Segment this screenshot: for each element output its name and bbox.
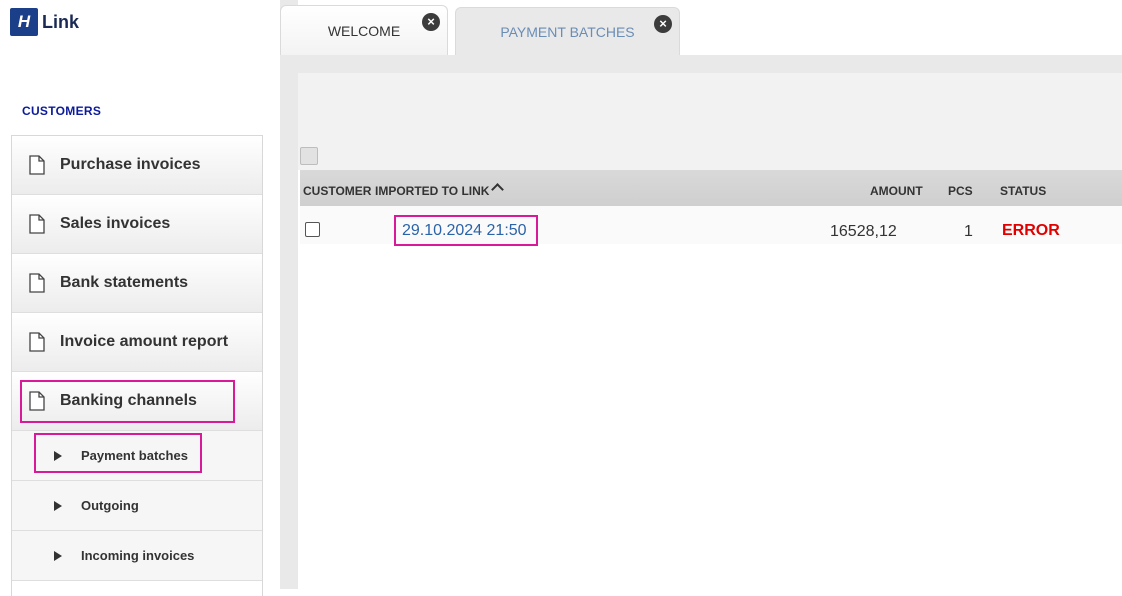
column-header-imported-label: IMPORTED TO LINK [375,184,490,198]
customers-section-label: CUSTOMERS [22,104,102,118]
sidebar-item-banking-channels[interactable]: Banking channels [12,372,262,431]
sidebar-subitem-label: Incoming invoices [81,548,195,563]
pcs-cell: 1 [964,223,973,240]
table-header: CUSTOMER IMPORTED TO LINK AMOUNT PCS STA… [300,170,1122,206]
sidebar-item-label: Bank statements [60,274,189,291]
sidebar-item-purchase-invoices[interactable]: Purchase invoices [12,136,262,195]
status-cell: ERROR [1002,222,1060,239]
tab-bar-strip [280,55,1122,73]
tab-label: WELCOME [327,22,401,39]
sidebar-subitem-outgoing[interactable]: Outgoing [12,481,262,531]
document-icon [29,332,45,352]
column-header-amount[interactable]: AMOUNT [870,184,923,198]
app-logo[interactable]: H Link [10,8,79,36]
close-icon[interactable]: × [422,13,440,31]
table-row[interactable]: 29.10.2024 21:50 16528,12 1 ERROR [300,206,1122,244]
sidebar-item-sales-invoices[interactable]: Sales invoices [12,195,262,254]
close-icon[interactable]: × [654,15,672,33]
column-header-imported[interactable]: IMPORTED TO LINK [375,183,505,198]
sort-ascending-icon [491,183,505,196]
sidebar-item-invoice-amount-report[interactable]: Invoice amount report [12,313,262,372]
sidebar-subitem-payment-batches[interactable]: Payment batches [12,431,262,481]
tab-label: PAYMENT BATCHES [500,23,635,40]
column-header-customer[interactable]: CUSTOMER [303,184,371,198]
column-header-status[interactable]: STATUS [1000,184,1046,198]
row-checkbox[interactable] [305,222,320,237]
imported-date-link[interactable]: 29.10.2024 21:50 [402,222,527,240]
column-header-pcs[interactable]: PCS [948,184,973,198]
document-icon [29,391,45,411]
document-icon [29,273,45,293]
sidebar-menu: Purchase invoices Sales invoices Bank st… [11,135,263,596]
sidebar-item-label: Sales invoices [60,215,171,232]
tab-payment-batches[interactable]: PAYMENT BATCHES × [455,7,680,55]
document-icon [29,155,45,175]
logo-text: Link [42,11,80,32]
tab-welcome[interactable]: WELCOME × [280,5,448,55]
toolbar-area [298,73,1122,170]
amount-cell: 16528,12 [830,223,897,240]
main-gutter [280,0,298,589]
triangle-right-icon [54,550,62,561]
sidebar-item-bank-statements[interactable]: Bank statements [12,254,262,313]
sidebar-subitem-label: Outgoing [81,498,139,513]
select-all-checkbox[interactable] [300,147,318,165]
triangle-right-icon [54,500,62,511]
sidebar-subitem-label: Payment batches [81,448,188,463]
sidebar-item-label: Invoice amount report [60,333,229,350]
logo-mark: H [10,8,38,36]
sidebar-item-label: Purchase invoices [60,156,201,173]
sidebar-item-label: Banking channels [60,392,197,409]
main-content: CUSTOMER IMPORTED TO LINK AMOUNT PCS STA… [298,73,1122,589]
sidebar-subitem-incoming-invoices[interactable]: Incoming invoices [12,531,262,581]
document-icon [29,214,45,234]
triangle-right-icon [54,450,62,461]
